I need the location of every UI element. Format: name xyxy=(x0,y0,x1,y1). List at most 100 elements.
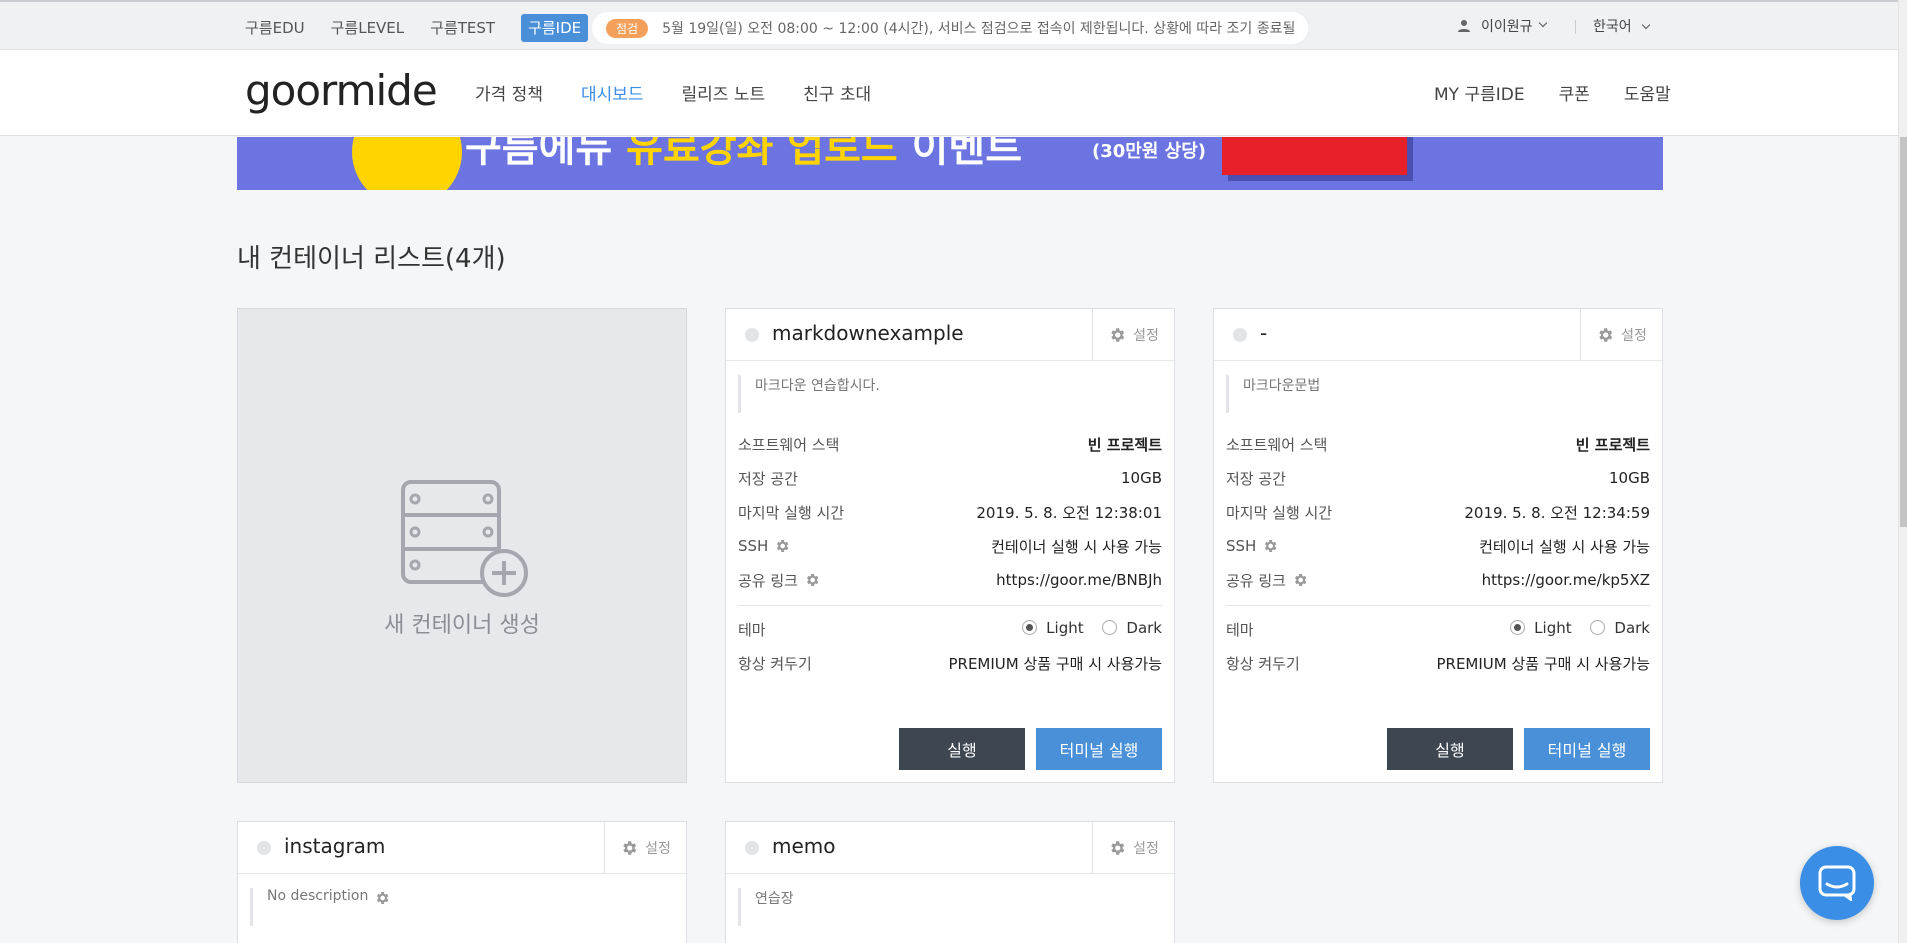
row-share-link: 공유 링크 https://goor.me/BNBJh xyxy=(738,563,1162,597)
terminal-run-button[interactable]: 터미널 실행 xyxy=(1524,728,1650,770)
banner-subtext: (30만원 상당) xyxy=(1092,141,1207,162)
nav-invite-friends[interactable]: 친구 초대 xyxy=(803,80,871,105)
scrollbar-thumb[interactable] xyxy=(1900,137,1907,527)
user-menu[interactable]: 이이원규 xyxy=(1457,16,1547,36)
always-on-value: PREMIUM 상품 구매 시 사용가능 xyxy=(1436,654,1650,673)
container-description: No description xyxy=(250,888,674,926)
always-on-label: 항상 켜두기 xyxy=(738,654,812,673)
goormide-logo[interactable]: goormide xyxy=(245,66,438,115)
terminal-run-button[interactable]: 터미널 실행 xyxy=(1036,728,1162,770)
notice-badge: 점검 xyxy=(606,18,649,38)
storage-label: 저장 공간 xyxy=(738,469,798,488)
container-card: markdownexample 설정 마크다운 연습합시다. 소프트웨어 스택 빈… xyxy=(725,308,1175,783)
row-share-link: 공유 링크 https://goor.me/kp5XZ xyxy=(1226,563,1650,597)
status-dot xyxy=(1233,328,1247,342)
last-run-value: 2019. 5. 8. 오전 12:34:59 xyxy=(1464,503,1650,522)
link-goorm-test[interactable]: 구름TEST xyxy=(430,14,495,42)
chevron-down-icon xyxy=(1641,20,1651,30)
row-last-run: 마지막 실행 시간 2019. 5. 8. 오전 12:34:59 xyxy=(1226,495,1650,529)
card-header: - 설정 xyxy=(1214,309,1662,361)
nav-my-goormide[interactable]: MY 구름IDE xyxy=(1434,80,1525,105)
theme-light-radio[interactable]: Light xyxy=(1510,619,1572,637)
share-label: 공유 링크 xyxy=(738,571,798,590)
storage-value: 10GB xyxy=(1120,469,1162,487)
new-container-card[interactable]: 새 컨테이너 생성 xyxy=(237,308,687,783)
scrollbar[interactable] xyxy=(1898,0,1907,943)
run-button[interactable]: 실행 xyxy=(1387,728,1513,770)
event-banner[interactable]: 구름에듀 유료강좌 업로드 이벤트 (30만원 상당) xyxy=(237,137,1663,190)
divider xyxy=(1226,605,1650,606)
theme-label: 테마 xyxy=(1226,620,1254,639)
language-select[interactable]: 한국어 xyxy=(1593,16,1651,36)
link-goorm-level[interactable]: 구름LEVEL xyxy=(331,14,405,42)
card-header: instagram 설정 xyxy=(238,822,686,874)
row-always-on: 항상 켜두기 PREMIUM 상품 구매 시 사용가능 xyxy=(738,646,1162,680)
gear-icon[interactable] xyxy=(1292,572,1308,588)
nav-coupon[interactable]: 쿠폰 xyxy=(1559,80,1590,105)
settings-label: 설정 xyxy=(645,840,671,857)
gear-icon xyxy=(623,840,637,855)
gear-icon[interactable] xyxy=(1262,538,1278,554)
share-link[interactable]: https://goor.me/kp5XZ xyxy=(1482,571,1650,589)
container-name[interactable]: - xyxy=(1260,321,1267,345)
last-run-label: 마지막 실행 시간 xyxy=(738,503,845,522)
banner-sun-graphic xyxy=(352,137,462,190)
user-icon xyxy=(1458,20,1470,32)
card-header: markdownexample 설정 xyxy=(726,309,1174,361)
ssh-value: 컨테이너 실행 시 사용 가능 xyxy=(1479,537,1650,556)
banner-headline: 구름에듀 유료강좌 업로드 이벤트 xyxy=(465,137,1022,171)
theme-light-radio[interactable]: Light xyxy=(1022,619,1084,637)
nav-help[interactable]: 도움말 xyxy=(1624,80,1671,105)
row-last-run: 마지막 실행 시간 2019. 5. 8. 오전 12:38:01 xyxy=(738,495,1162,529)
storage-label: 저장 공간 xyxy=(1226,469,1286,488)
status-dot xyxy=(745,841,759,855)
language-label: 한국어 xyxy=(1593,19,1632,35)
link-goorm-edu[interactable]: 구름EDU xyxy=(245,14,305,42)
nav-dashboard[interactable]: 대시보드 xyxy=(581,80,644,105)
container-card: - 설정 마크다운문법 소프트웨어 스택 빈 프로젝트 저장 공간 10GB 마지막… xyxy=(1213,308,1663,783)
run-button[interactable]: 실행 xyxy=(899,728,1025,770)
storage-value: 10GB xyxy=(1608,469,1650,487)
ssh-label: SSH xyxy=(738,537,769,555)
nav-release-notes[interactable]: 릴리즈 노트 xyxy=(682,80,766,105)
stack-label: 소프트웨어 스택 xyxy=(738,435,840,454)
chat-button[interactable] xyxy=(1800,846,1874,920)
settings-label: 설정 xyxy=(1133,327,1159,344)
gear-icon xyxy=(1599,327,1613,342)
row-always-on: 항상 켜두기 PREMIUM 상품 구매 시 사용가능 xyxy=(1226,646,1650,680)
share-link[interactable]: https://goor.me/BNBJh xyxy=(996,571,1162,589)
share-label: 공유 링크 xyxy=(1226,571,1286,590)
settings-button[interactable]: 설정 xyxy=(1092,309,1174,360)
chat-icon xyxy=(1818,865,1856,901)
maintenance-notice[interactable]: 점검 5월 19일(일) 오전 08:00 ~ 12:00 (4시간), 서비스… xyxy=(592,12,1308,44)
link-goorm-ide[interactable]: 구름IDE xyxy=(521,14,589,42)
settings-label: 설정 xyxy=(1133,840,1159,857)
settings-button[interactable]: 설정 xyxy=(604,822,686,873)
last-run-label: 마지막 실행 시간 xyxy=(1226,503,1333,522)
theme-dark-radio[interactable]: Dark xyxy=(1590,619,1650,637)
nav-menu: 가격 정책 대시보드 릴리즈 노트 친구 초대 xyxy=(475,80,909,105)
radio-icon xyxy=(1590,620,1606,636)
gear-icon[interactable] xyxy=(804,572,820,588)
theme-label: 테마 xyxy=(738,620,766,639)
gear-icon[interactable] xyxy=(774,538,790,554)
container-name[interactable]: instagram xyxy=(284,834,385,858)
banner-button[interactable] xyxy=(1222,137,1407,175)
container-name[interactable]: memo xyxy=(772,834,836,858)
container-name[interactable]: markdownexample xyxy=(772,321,964,345)
row-stack: 소프트웨어 스택 빈 프로젝트 xyxy=(1226,427,1650,461)
nav-pricing[interactable]: 가격 정책 xyxy=(475,80,543,105)
settings-button[interactable]: 설정 xyxy=(1092,822,1174,873)
nav-right: MY 구름IDE 쿠폰 도움말 xyxy=(1434,80,1671,105)
new-container-label: 새 컨테이너 생성 xyxy=(384,613,540,638)
settings-button[interactable]: 설정 xyxy=(1580,309,1662,360)
divider xyxy=(738,605,1162,606)
row-theme: 테마 Light Dark xyxy=(738,612,1162,646)
divider xyxy=(1575,20,1576,34)
row-ssh: SSH 컨테이너 실행 시 사용 가능 xyxy=(1226,529,1650,563)
theme-dark-radio[interactable]: Dark xyxy=(1102,619,1162,637)
gear-icon[interactable] xyxy=(374,890,390,906)
always-on-label: 항상 켜두기 xyxy=(1226,654,1300,673)
container-list-title: 내 컨테이너 리스트(4개) xyxy=(237,244,506,274)
top-bar: 구름EDU 구름LEVEL 구름TEST 구름IDE 점검 5월 19일(일) … xyxy=(0,0,1898,50)
